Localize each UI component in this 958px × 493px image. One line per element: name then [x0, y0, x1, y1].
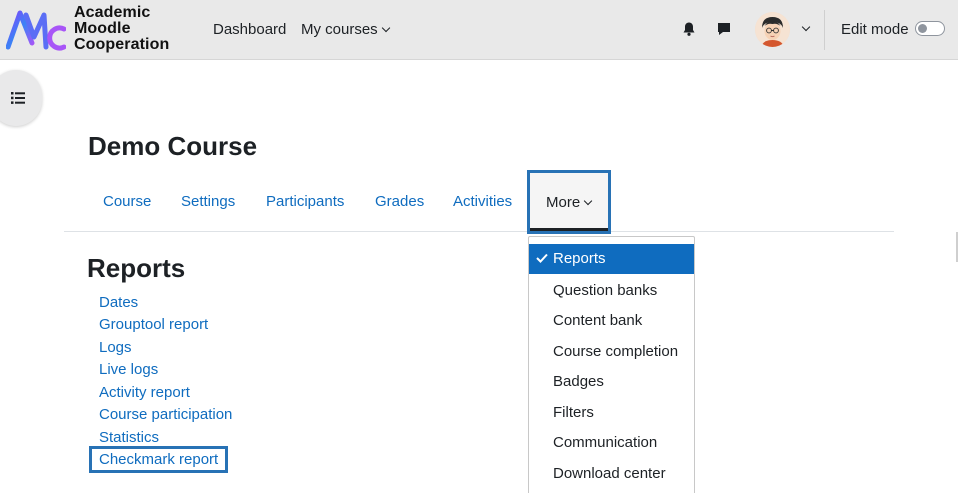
chevron-down-icon: [381, 23, 390, 33]
secondary-navigation: Course Settings Participants Grades Acti…: [64, 170, 894, 234]
report-link-grouptool[interactable]: Grouptool report: [99, 315, 208, 335]
report-link-logs[interactable]: Logs: [99, 338, 132, 358]
chat-icon[interactable]: [716, 21, 732, 37]
menu-item-filters[interactable]: Filters: [529, 398, 694, 428]
tab-activities[interactable]: Activities: [453, 192, 512, 212]
bell-icon[interactable]: [681, 21, 697, 37]
more-dropdown-menu: Reports Question banks Content bank Cour…: [528, 236, 695, 493]
avatar[interactable]: [755, 12, 790, 47]
menu-item-label: Reports: [553, 250, 606, 267]
course-index-drawer-button[interactable]: [0, 70, 42, 126]
report-link-course-participation[interactable]: Course participation: [99, 405, 232, 425]
edit-mode-toggle[interactable]: [915, 21, 945, 36]
report-link-statistics[interactable]: Statistics: [99, 428, 159, 448]
menu-item-question-banks[interactable]: Question banks: [529, 276, 694, 306]
edit-mode-label: Edit mode: [841, 21, 909, 38]
tab-participants[interactable]: Participants: [266, 192, 344, 212]
menu-item-reports[interactable]: Reports: [529, 244, 694, 274]
menu-item-content-bank[interactable]: Content bank: [529, 306, 694, 336]
menu-item-badges[interactable]: Badges: [529, 367, 694, 397]
tab-settings[interactable]: Settings: [181, 192, 235, 212]
navbar-divider: [824, 10, 825, 50]
tab-grades[interactable]: Grades: [375, 192, 424, 212]
menu-item-download-center[interactable]: Download center: [529, 459, 694, 489]
report-link-live-logs[interactable]: Live logs: [99, 360, 158, 380]
active-tab-indicator: [530, 228, 608, 231]
navbar: Academic Moodle Cooperation Dashboard My…: [0, 0, 958, 60]
user-menu-chevron-icon[interactable]: [801, 22, 811, 32]
reports-heading: Reports: [87, 253, 186, 283]
menu-item-course-completion[interactable]: Course completion: [529, 337, 694, 367]
page-title: Demo Course: [88, 131, 258, 161]
list-icon: [11, 92, 25, 104]
nav-dashboard-link[interactable]: Dashboard: [213, 20, 286, 40]
site-logo[interactable]: Academic Moodle Cooperation: [6, 4, 186, 54]
chevron-down-icon: [583, 196, 593, 206]
brand-line-2: Moodle: [74, 20, 131, 37]
menu-item-communication[interactable]: Communication: [529, 428, 694, 458]
nav-my-courses-menu[interactable]: My courses: [301, 20, 390, 40]
tab-more[interactable]: More: [527, 170, 611, 234]
check-icon: [536, 253, 548, 263]
nav-my-courses-label: My courses: [301, 21, 378, 38]
brand-name: Academic Moodle Cooperation: [74, 5, 169, 53]
report-link-activity[interactable]: Activity report: [99, 383, 190, 403]
user-avatar-icon: [755, 12, 790, 47]
checkmark-report-highlight: [89, 446, 228, 473]
tab-more-text: More: [546, 194, 581, 211]
brand-line-1: Academic: [74, 4, 151, 21]
amc-logo-icon: [6, 10, 66, 51]
report-link-dates[interactable]: Dates: [99, 293, 138, 313]
tab-more-label: More: [546, 193, 593, 213]
tab-course[interactable]: Course: [103, 192, 151, 212]
brand-line-3: Cooperation: [74, 36, 170, 53]
